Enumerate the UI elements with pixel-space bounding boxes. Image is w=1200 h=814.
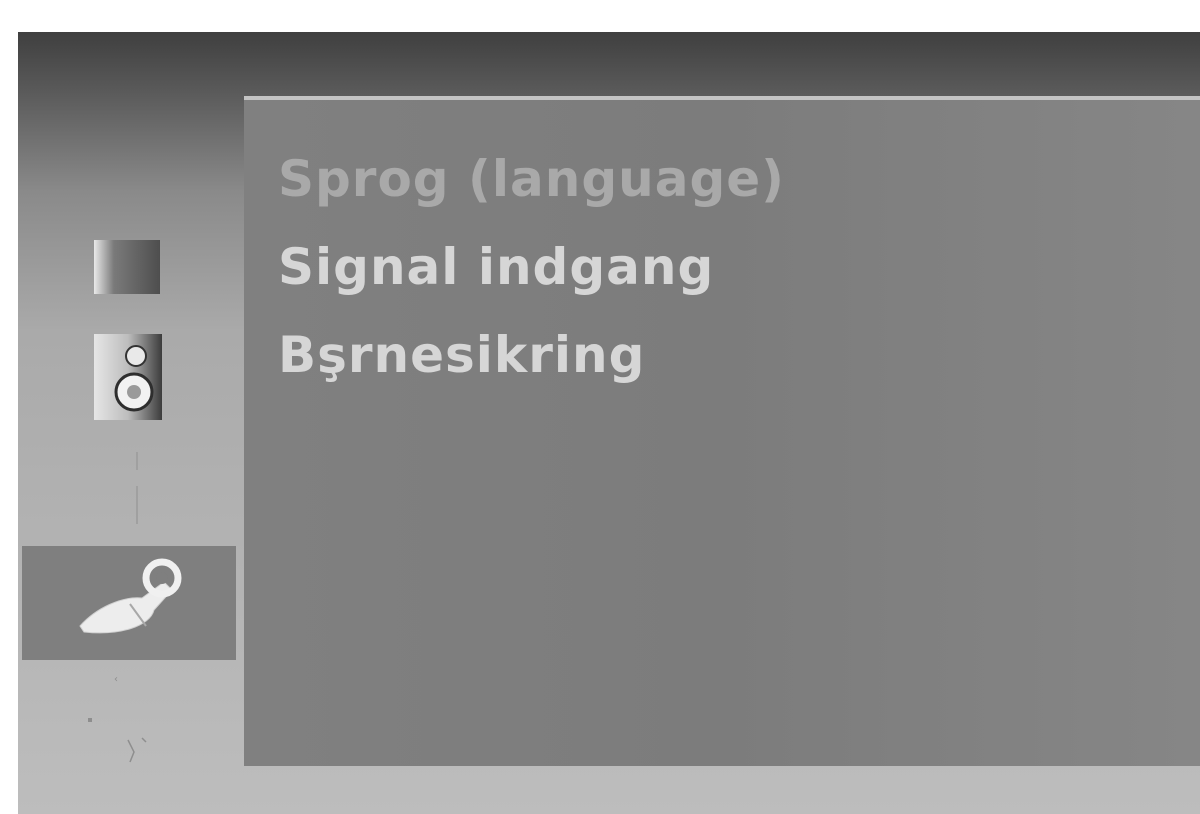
wrench-icon[interactable] xyxy=(76,556,186,640)
speaker-icon[interactable] xyxy=(94,334,162,420)
menu-item-signal-input[interactable]: Signal indgang xyxy=(278,234,785,322)
settings-menu-list: Sprog (language) Signal indgang Bşrnesik… xyxy=(278,146,785,410)
input-icon[interactable]: ‹ xyxy=(84,668,164,768)
menu-item-child-lock[interactable]: Bşrnesikring xyxy=(278,322,785,410)
clock-icon[interactable] xyxy=(130,452,144,524)
menu-item-language[interactable]: Sprog (language) xyxy=(278,146,785,234)
svg-text:‹: ‹ xyxy=(114,674,118,685)
picture-icon[interactable] xyxy=(94,240,160,294)
